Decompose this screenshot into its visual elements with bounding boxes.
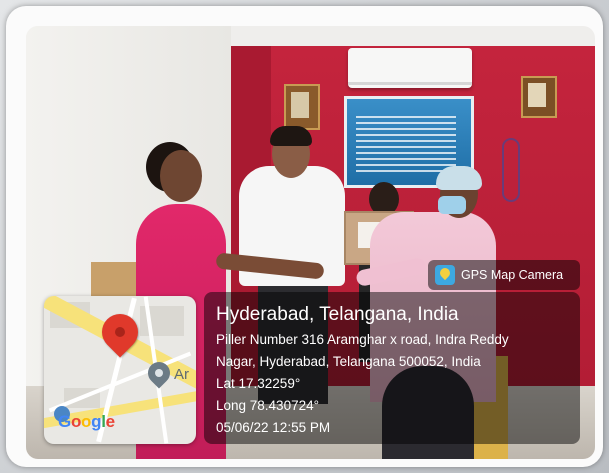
longitude: Long 78.430724° xyxy=(216,398,319,413)
nurse-cap xyxy=(436,166,482,190)
man-hair xyxy=(270,126,312,146)
google-logo: Google xyxy=(58,412,115,431)
photo-frame: Ar Google GPS Map Camera Hyderabad, Tela… xyxy=(6,6,603,467)
map-pin-icon-dot xyxy=(115,327,125,337)
shelf xyxy=(91,262,141,298)
nurse-mask xyxy=(438,196,466,214)
map-thumbnail[interactable]: Ar Google xyxy=(44,296,196,444)
latitude: Lat 17.32259° xyxy=(216,376,301,391)
address-line-2: Nagar, Hyderabad, Telangana 500052, Indi… xyxy=(216,354,481,369)
location-info-panel: Hyderabad, Telangana, India Piller Numbe… xyxy=(204,292,580,444)
timestamp: 05/06/22 12:55 PM xyxy=(216,420,331,435)
wall-picture-right-inner xyxy=(528,83,546,107)
air-conditioner-vent xyxy=(348,82,472,85)
place-marker-icon-dot xyxy=(155,369,163,377)
location-title: Hyderabad, Telangana, India xyxy=(216,304,459,325)
gps-map-camera-badge: GPS Map Camera xyxy=(428,260,580,290)
gps-pin-icon xyxy=(437,265,453,281)
address-line-1: Piller Number 316 Aramghar x road, Indra… xyxy=(216,332,509,347)
gps-app-label: GPS Map Camera xyxy=(461,268,564,282)
notice-board-text xyxy=(356,116,456,174)
photo-stage: Ar Google GPS Map Camera Hyderabad, Tela… xyxy=(0,0,609,473)
stethoscope xyxy=(502,138,520,202)
gps-map-camera-icon xyxy=(435,265,455,285)
map-place-label: Ar xyxy=(174,366,189,383)
wall-picture-left-inner xyxy=(291,92,309,118)
photo: Ar Google GPS Map Camera Hyderabad, Tela… xyxy=(26,26,595,459)
woman-head xyxy=(160,150,202,202)
